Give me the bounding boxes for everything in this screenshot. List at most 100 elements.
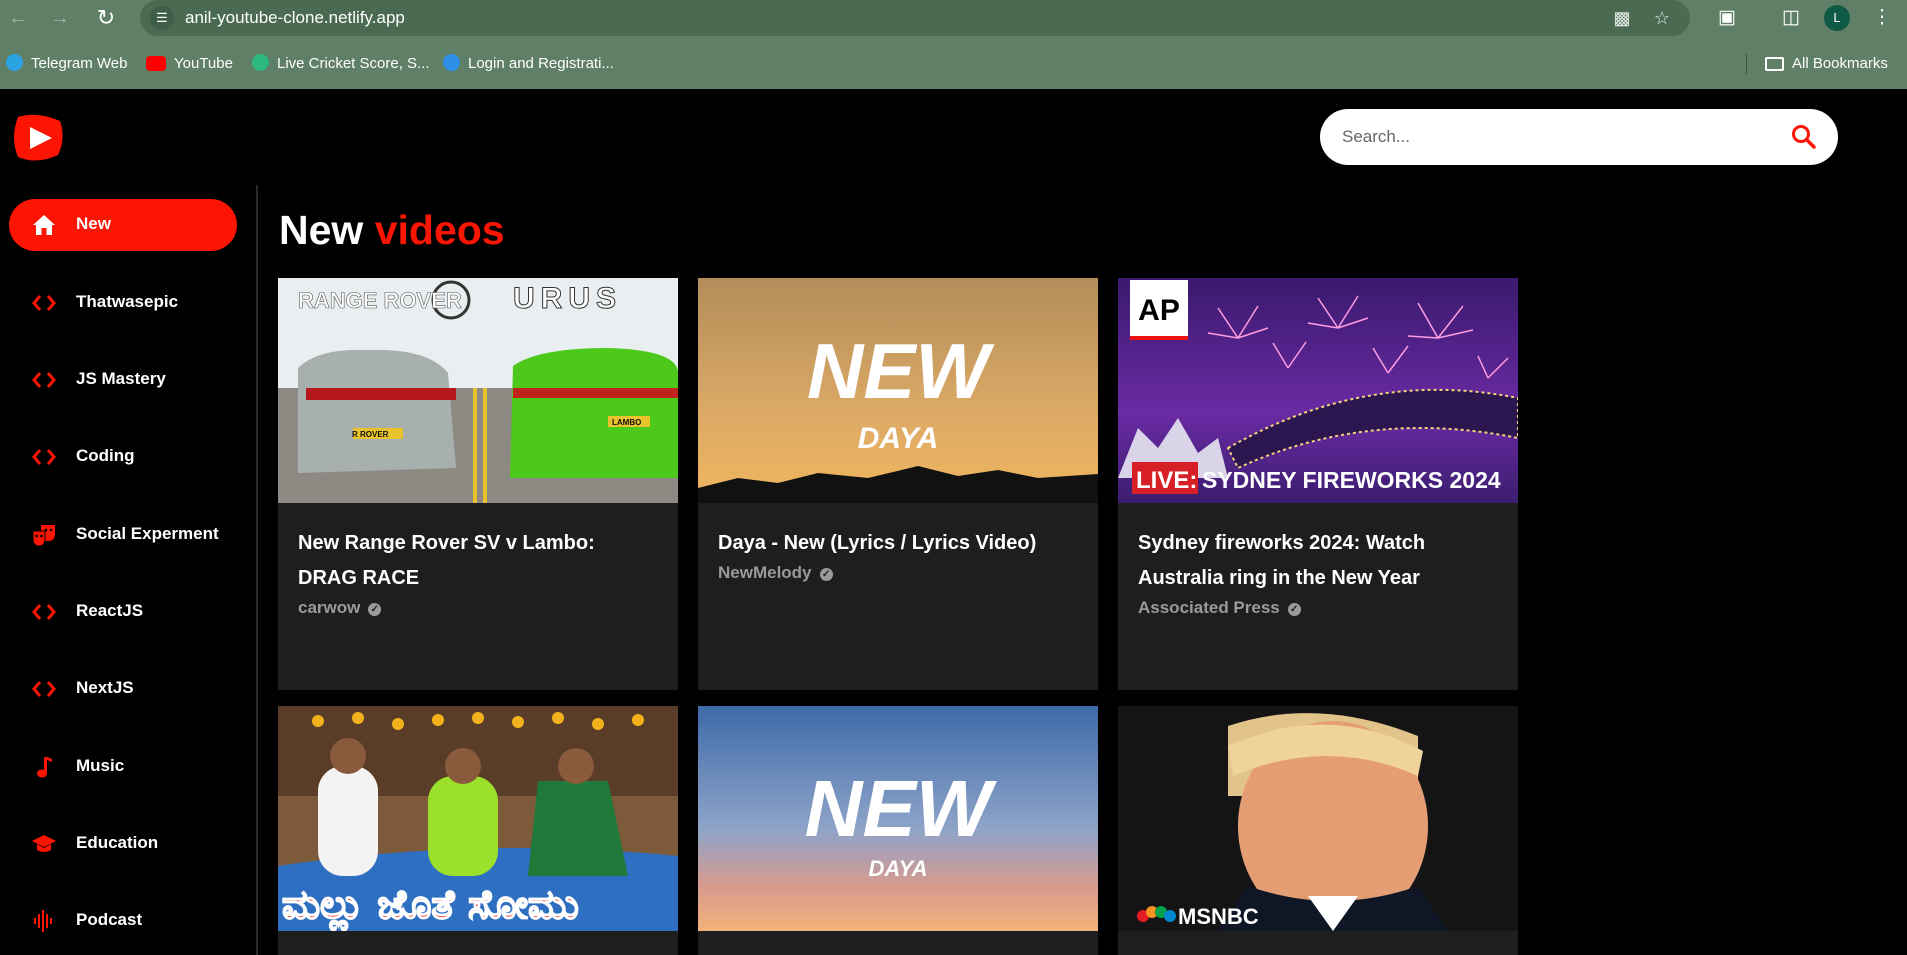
video-thumbnail[interactable]: MSNBC [1118, 706, 1518, 931]
video-thumbnail[interactable]: R ROVER LAMBO RANGE ROVER URUS [278, 278, 678, 503]
thumb-caption-text: SYDNEY FIREWORKS 2024 [1202, 467, 1501, 493]
search-bar [1320, 109, 1838, 165]
bookmark-label: Telegram Web [31, 55, 128, 72]
sidebar-item-label: JS Mastery [76, 369, 166, 388]
thumb-big-text: NEW [805, 764, 998, 853]
plate-left-text: R ROVER [352, 430, 389, 439]
browser-menu-icon[interactable]: ⋮ [1868, 4, 1896, 32]
address-bar[interactable]: ☰ anil-youtube-clone.netlify.app ▩ ☆ [140, 0, 1690, 36]
thumb-live-text: LIVE: [1136, 467, 1197, 494]
sidebar-item-thatwasepic[interactable]: Thatwasepic [9, 277, 237, 329]
sidebar-item-new[interactable]: New [9, 199, 237, 251]
cricket-icon [252, 54, 269, 71]
sidebar-item-reactjs[interactable]: ReactJS [9, 586, 237, 638]
sidebar-item-label: ReactJS [76, 601, 144, 620]
code-icon [32, 449, 56, 465]
code-icon [32, 295, 56, 311]
bookmark-label: Live Cricket Score, S... [277, 55, 430, 72]
login-site-icon [443, 54, 460, 71]
music-note-icon [37, 757, 52, 778]
video-card[interactable]: NEW DAYA [698, 706, 1098, 955]
thumb-brand-right: URUS [513, 282, 622, 315]
channel-name-text: NewMelody [718, 563, 812, 582]
channel-name[interactable]: Associated Press ✓ [1138, 598, 1301, 618]
bookmarks-divider [1746, 54, 1747, 74]
feed-title-accent: videos [374, 207, 505, 253]
thumb-ap-badge: AP [1138, 294, 1180, 327]
video-card[interactable]: NEW DAYA Daya - New (Lyrics / Lyrics Vid… [698, 278, 1098, 690]
sidebar: New Thatwasepic JS Mastery Coding Social… [0, 185, 258, 955]
sidebar-item-label: Thatwasepic [76, 292, 179, 311]
sidebar-item-label: Podcast [76, 910, 143, 929]
graduation-cap-icon [32, 835, 56, 852]
install-app-icon[interactable]: ▩ [1610, 6, 1634, 30]
sidebar-item-music[interactable]: Music [9, 741, 237, 793]
sidebar-item-js-mastery[interactable]: JS Mastery [9, 354, 237, 406]
search-input[interactable] [1342, 109, 1762, 165]
channel-name[interactable]: NewMelody ✓ [718, 563, 833, 583]
video-title[interactable]: Sydney fireworks 2024: Watch Australia r… [1138, 526, 1498, 596]
search-icon [1792, 125, 1816, 149]
sidebar-item-label: NextJS [76, 678, 134, 697]
back-arrow-icon[interactable]: ← [4, 4, 32, 32]
bookmark-label: YouTube [174, 55, 233, 72]
browser-toolbar: ← → ↻ ☰ anil-youtube-clone.netlify.app ▩… [0, 0, 1907, 36]
channel-name-text: carwow [298, 598, 361, 617]
search-button[interactable] [1790, 123, 1818, 151]
plate-right-text: LAMBO [612, 418, 641, 427]
code-icon [32, 681, 56, 697]
thumb-small-text: DAYA [858, 422, 939, 455]
video-title[interactable]: Daya - New (Lyrics / Lyrics Video) [718, 526, 1078, 561]
code-icon [32, 372, 56, 388]
extensions-puzzle-icon[interactable]: ▣ [1713, 4, 1741, 32]
forward-arrow-icon[interactable]: → [46, 4, 74, 32]
channel-name[interactable]: carwow ✓ [298, 598, 382, 618]
url-text[interactable]: anil-youtube-clone.netlify.app [185, 8, 405, 28]
all-bookmarks-button[interactable]: All Bookmarks [1765, 54, 1888, 74]
app-header [0, 89, 1907, 185]
video-title[interactable]: New Range Rover SV v Lambo: DRAG RACE [298, 526, 658, 596]
bookmark-telegram-web[interactable]: Telegram Web [6, 54, 127, 74]
bookmark-login-registration[interactable]: Login and Registrati... [443, 54, 614, 74]
sidebar-item-label: Education [76, 833, 159, 852]
video-thumbnail[interactable]: AP LIVE: SYDNEY FIREWORKS 2024 [1118, 278, 1518, 503]
thumb-kannada-text: ಮಲ್ಲು ಜೊತೆ ಸೋಮು [282, 882, 579, 931]
app-logo[interactable] [8, 109, 66, 167]
bookmark-youtube[interactable]: YouTube [146, 54, 233, 74]
verified-check-icon: ✓ [1287, 603, 1301, 616]
sidebar-item-coding[interactable]: Coding [9, 431, 237, 483]
sidebar-item-label: Social Experment [76, 524, 219, 543]
bookmark-star-icon[interactable]: ☆ [1650, 6, 1674, 30]
sidebar-item-social-experment[interactable]: Social Experment [9, 509, 237, 561]
theater-masks-icon [32, 525, 55, 547]
reload-icon[interactable]: ↻ [92, 4, 120, 32]
video-card[interactable]: AP LIVE: SYDNEY FIREWORKS 2024 Sydney fi… [1118, 278, 1518, 690]
bookmark-live-cricket-score[interactable]: Live Cricket Score, S... [252, 54, 430, 74]
verified-check-icon: ✓ [368, 603, 382, 616]
video-card[interactable]: R ROVER LAMBO RANGE ROVER URUS New Range… [278, 278, 678, 690]
feed-title: New videos [279, 207, 505, 254]
sidebar-item-education[interactable]: Education [9, 818, 237, 870]
all-bookmarks-label: All Bookmarks [1792, 55, 1888, 72]
video-thumbnail[interactable]: NEW DAYA [698, 706, 1098, 931]
video-card[interactable]: ಮಲ್ಲು ಜೊತೆ ಸೋಮು [278, 706, 678, 955]
sidebar-item-nextjs[interactable]: NextJS [9, 663, 237, 715]
sidebar-item-podcast[interactable]: Podcast [9, 895, 237, 947]
youtube-icon [146, 56, 166, 71]
thumb-msnbc-logo: MSNBC [1178, 904, 1259, 929]
channel-name-text: Associated Press [1138, 598, 1280, 617]
thumb-small-text: DAYA [868, 856, 927, 881]
video-thumbnail[interactable]: NEW DAYA [698, 278, 1098, 503]
home-icon [33, 215, 55, 235]
site-info-icon[interactable]: ☰ [150, 6, 174, 30]
telegram-icon [6, 54, 23, 71]
side-panel-icon[interactable]: ◫ [1777, 4, 1805, 32]
sidebar-item-label: Coding [76, 446, 135, 465]
podcast-icon [34, 910, 52, 932]
video-card[interactable]: MSNBC [1118, 706, 1518, 955]
video-thumbnail[interactable]: ಮಲ್ಲು ಜೊತೆ ಸೋಮು [278, 706, 678, 931]
thumb-big-text: NEW [807, 327, 995, 415]
verified-check-icon: ✓ [819, 568, 833, 581]
profile-avatar[interactable]: L [1824, 5, 1850, 31]
code-icon [32, 604, 56, 620]
